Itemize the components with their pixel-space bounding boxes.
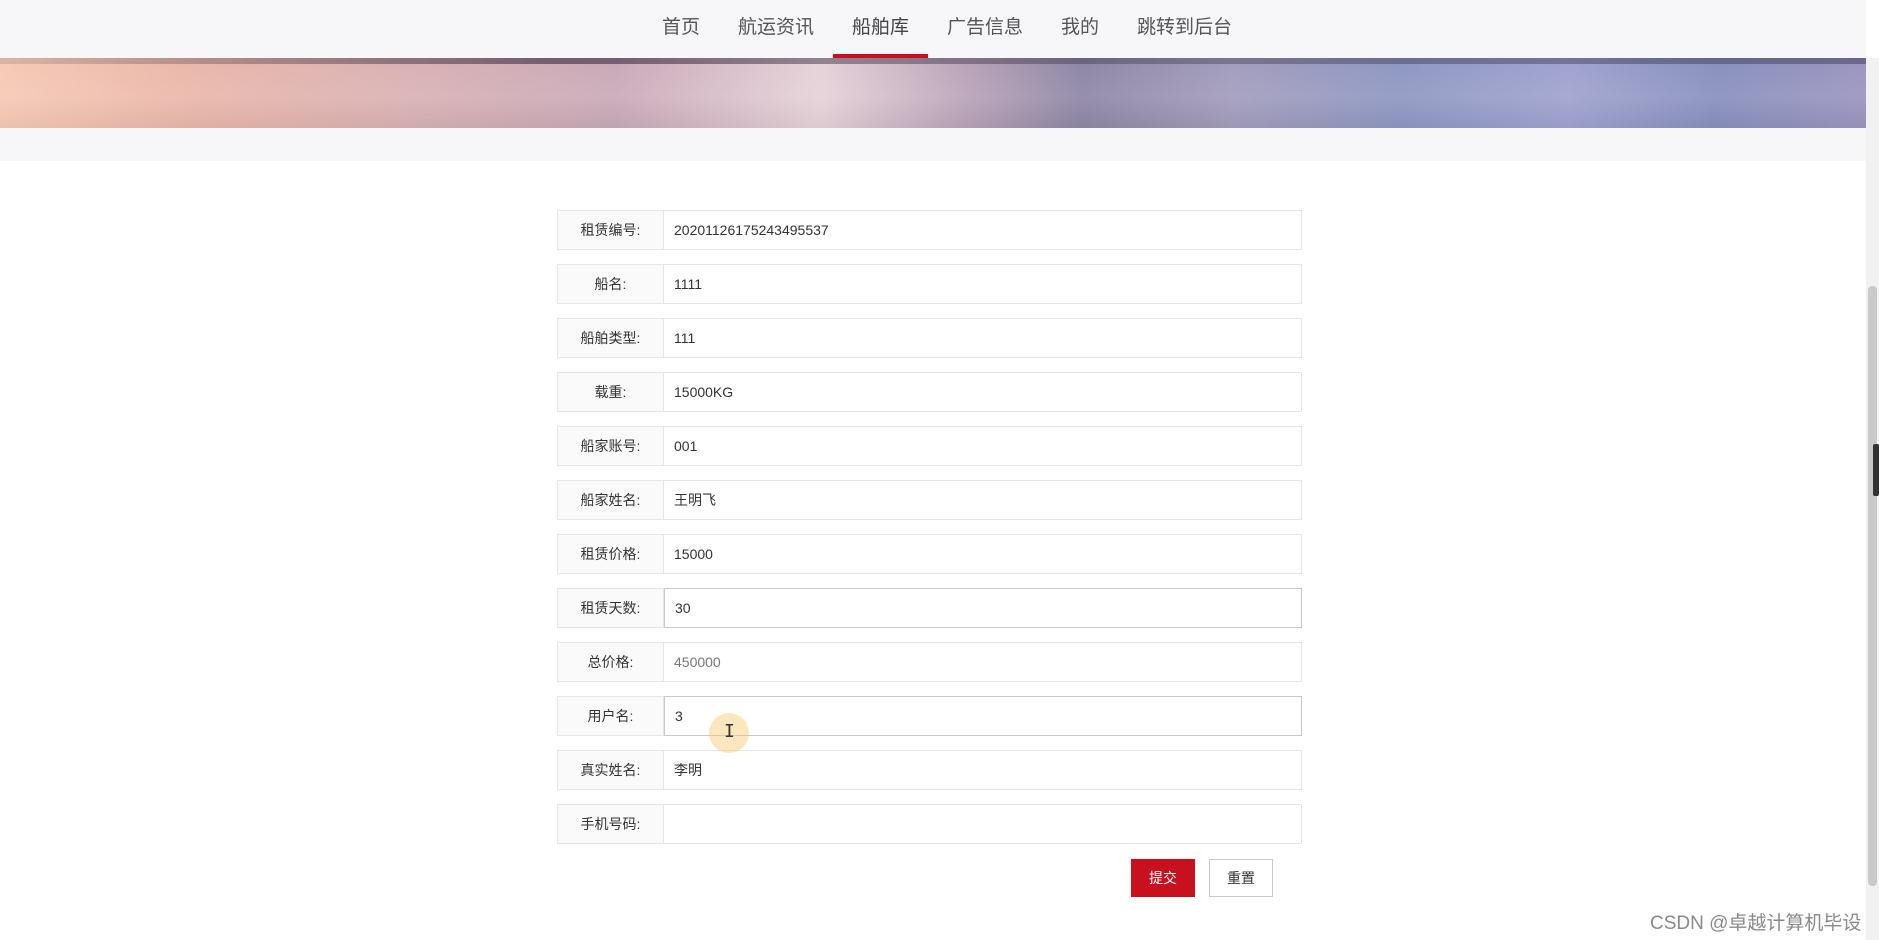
rental-form: 租赁编号: 20201126175243495537 船名: 1111 船舶类型…: [557, 210, 1302, 858]
reset-button[interactable]: 重置: [1209, 859, 1273, 897]
form-row-total-price: 总价格: 450000: [557, 642, 1302, 682]
nav-item-ads[interactable]: 广告信息: [928, 0, 1042, 58]
owner-name-label: 船家姓名:: [557, 480, 664, 520]
rental-price-input[interactable]: 15000: [664, 534, 1302, 574]
top-navigation: 首页 航运资讯 船舶库 广告信息 我的 跳转到后台: [0, 0, 1866, 58]
form-row-phone: 手机号码:: [557, 804, 1302, 844]
text-cursor-icon: I: [724, 721, 735, 742]
ship-type-label: 船舶类型:: [557, 318, 664, 358]
submit-button[interactable]: 提交: [1131, 859, 1195, 897]
form-row-rental-days: 租赁天数: 30: [557, 588, 1302, 628]
form-row-owner-account: 船家账号: 001: [557, 426, 1302, 466]
rental-price-label: 租赁价格:: [557, 534, 664, 574]
form-row-real-name: 真实姓名: 李明: [557, 750, 1302, 790]
owner-account-input[interactable]: 001: [664, 426, 1302, 466]
form-row-ship-type: 船舶类型: 111: [557, 318, 1302, 358]
username-label: 用户名:: [557, 696, 664, 736]
real-name-input[interactable]: 李明: [664, 750, 1302, 790]
form-row-owner-name: 船家姓名: 王明飞: [557, 480, 1302, 520]
form-row-username: 用户名: 3: [557, 696, 1302, 736]
nav-item-admin[interactable]: 跳转到后台: [1118, 0, 1251, 58]
form-row-ship-name: 船名: 1111: [557, 264, 1302, 304]
nav-item-shipping-news[interactable]: 航运资讯: [719, 0, 833, 58]
nav-item-mine[interactable]: 我的: [1042, 0, 1118, 58]
real-name-label: 真实姓名:: [557, 750, 664, 790]
rental-days-label: 租赁天数:: [557, 588, 664, 628]
scroll-marker: [1873, 444, 1879, 496]
owner-name-input[interactable]: 王明飞: [664, 480, 1302, 520]
nav-item-ship-library[interactable]: 船舶库: [832, 0, 928, 58]
load-input[interactable]: 15000KG: [664, 372, 1302, 412]
form-row-load: 载重: 15000KG: [557, 372, 1302, 412]
phone-label: 手机号码:: [557, 804, 664, 844]
watermark: CSDN @卓越计算机毕设: [1650, 913, 1862, 934]
phone-input[interactable]: [664, 804, 1302, 844]
form-row-rental-no: 租赁编号: 20201126175243495537: [557, 210, 1302, 250]
load-label: 载重:: [557, 372, 664, 412]
nav-menu: 首页 航运资讯 船舶库 广告信息 我的 跳转到后台: [643, 0, 1251, 58]
scrollbar-thumb[interactable]: [1868, 286, 1877, 886]
rental-no-label: 租赁编号:: [557, 210, 664, 250]
total-price-label: 总价格:: [557, 642, 664, 682]
rental-no-input[interactable]: 20201126175243495537: [664, 210, 1302, 250]
ship-name-label: 船名:: [557, 264, 664, 304]
page-scrollbar[interactable]: [1866, 58, 1879, 940]
form-row-rental-price: 租赁价格: 15000: [557, 534, 1302, 574]
banner-horizon: [0, 58, 1866, 64]
banner-divider: [0, 128, 1866, 161]
total-price-input[interactable]: 450000: [664, 642, 1302, 682]
ship-type-input[interactable]: 111: [664, 318, 1302, 358]
banner-image: [0, 58, 1866, 128]
nav-item-home[interactable]: 首页: [643, 0, 719, 58]
ship-name-input[interactable]: 1111: [664, 264, 1302, 304]
owner-account-label: 船家账号:: [557, 426, 664, 466]
rental-days-input[interactable]: 30: [664, 588, 1302, 628]
form-actions: 提交 重置: [1131, 859, 1273, 897]
username-input[interactable]: 3: [664, 696, 1302, 736]
